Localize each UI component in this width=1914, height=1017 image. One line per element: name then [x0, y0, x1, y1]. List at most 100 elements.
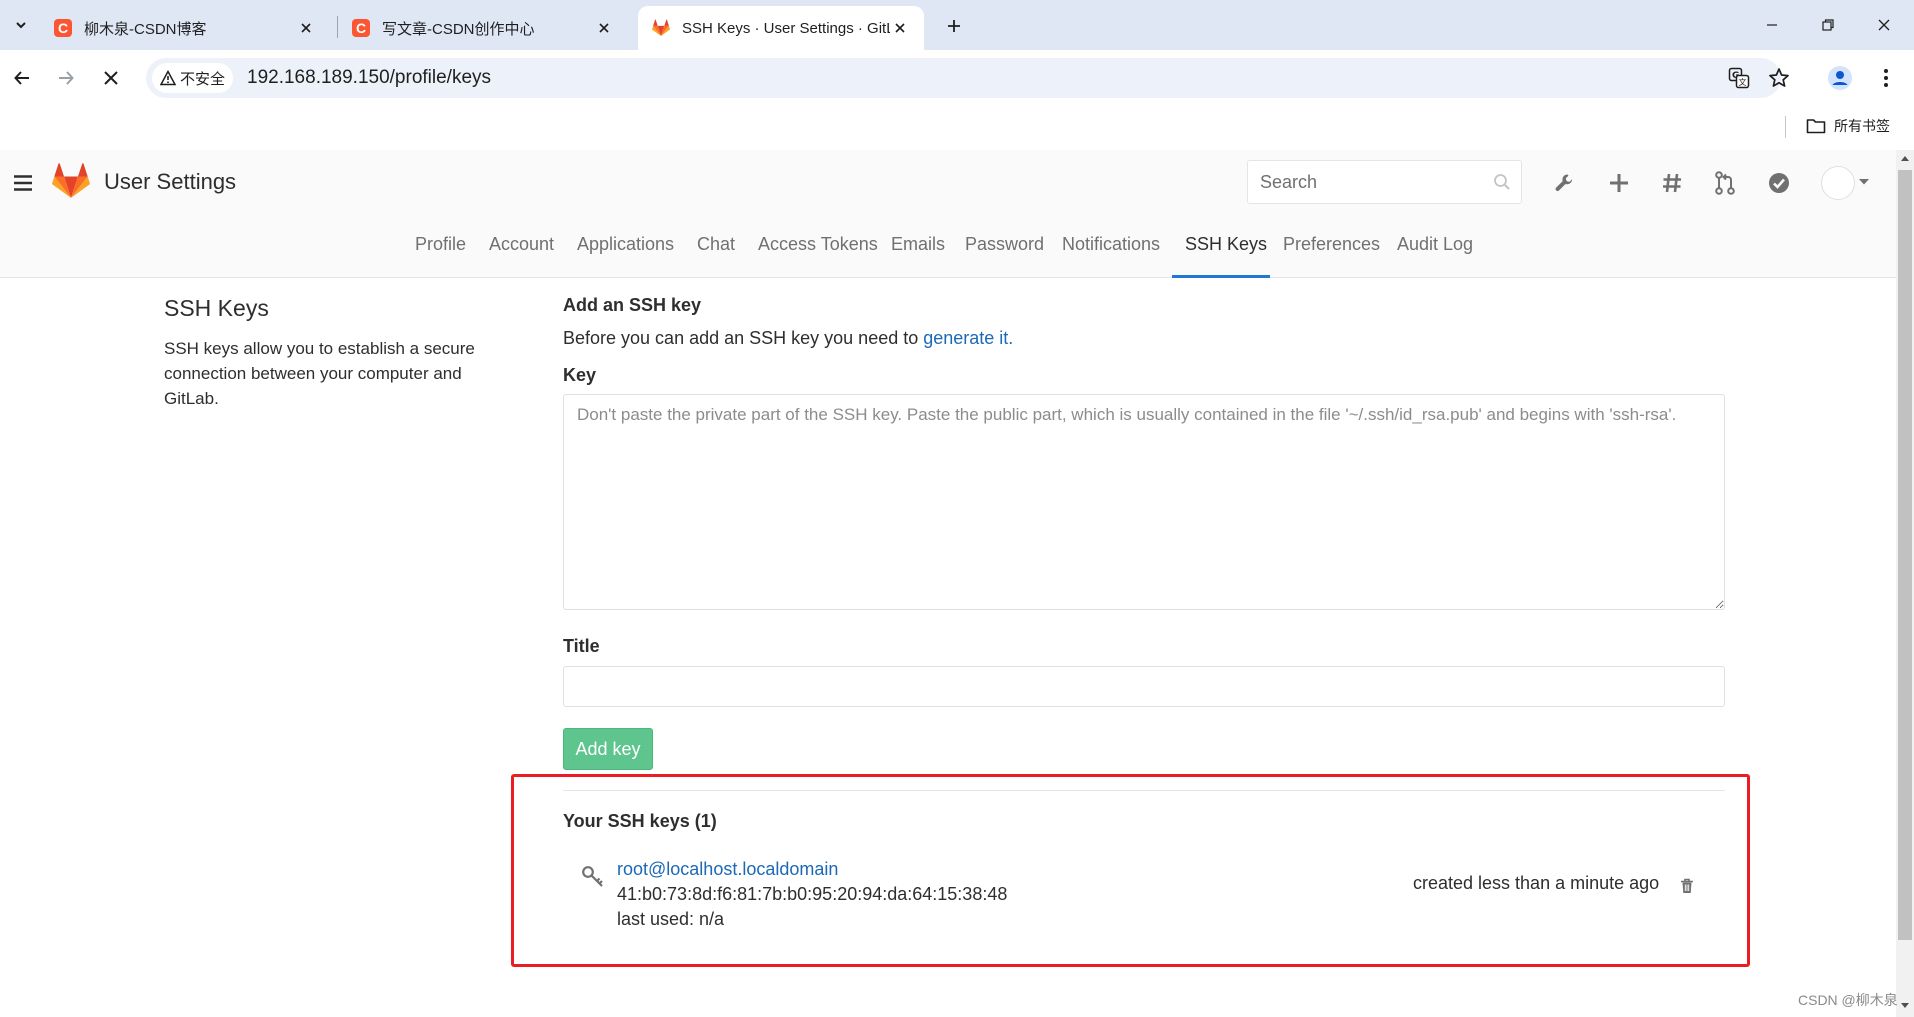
generate-it-link[interactable]: generate it. [923, 328, 1013, 348]
gitlab-tanuki-icon [52, 163, 90, 198]
scroll-up-icon[interactable] [1900, 154, 1910, 162]
security-indicator[interactable]: 不安全 [152, 63, 234, 93]
minimize-button[interactable] [1752, 8, 1792, 42]
gitlab-logo[interactable] [52, 163, 90, 204]
key-label: Key [563, 365, 597, 385]
back-button[interactable] [6, 62, 38, 94]
close-icon [104, 71, 118, 85]
search-icon [1494, 174, 1510, 190]
new-tab-button[interactable] [940, 12, 968, 40]
section-description: SSH keys allow you to establish a secure… [164, 339, 475, 408]
title-input[interactable] [563, 666, 1725, 707]
active-tab-indicator [1172, 275, 1270, 278]
check-circle-icon [1769, 173, 1789, 193]
address-bar[interactable]: 不安全 192.168.189.150/profile/keys [146, 58, 1781, 98]
hamburger-icon [14, 175, 32, 191]
user-avatar-icon [1828, 66, 1852, 90]
tab-preferences[interactable]: Preferences [1283, 234, 1380, 278]
tab-ssh-keys[interactable]: SSH Keys [1185, 234, 1267, 278]
gitlab-icon [652, 19, 670, 37]
todos-button[interactable] [1766, 170, 1792, 196]
arrow-right-icon [59, 71, 74, 85]
browser-menu-button[interactable] [1870, 62, 1902, 94]
new-item-button[interactable] [1606, 170, 1632, 196]
close-icon[interactable] [296, 18, 316, 38]
ssh-key-row: root@localhost.localdomain 41:b0:73:8d:f… [563, 853, 1725, 933]
key-icon [582, 866, 603, 887]
sidebar-toggle-button[interactable] [12, 172, 34, 194]
tab-title: 柳木泉-CSDN博客 [84, 20, 207, 38]
browser-tab-3-active[interactable]: SSH Keys · User Settings · GitLab [638, 6, 924, 50]
settings-description: SSH Keys SSH keys allow you to establish… [164, 295, 494, 411]
close-window-button[interactable] [1864, 8, 1904, 42]
close-icon[interactable] [890, 18, 910, 38]
search-box [1247, 160, 1522, 204]
more-vertical-icon [1884, 69, 1888, 87]
browser-tab-1[interactable]: C 柳木泉-CSDN博客 [40, 6, 330, 50]
tab-audit-log[interactable]: Audit Log [1397, 234, 1473, 278]
help-text: Before you can add an SSH key you need t… [563, 328, 924, 348]
scrollbar-thumb[interactable] [1898, 170, 1912, 940]
tab-emails[interactable]: Emails [891, 234, 945, 278]
restore-button[interactable] [1808, 8, 1848, 42]
folder-icon [1806, 119, 1826, 134]
svg-text:文: 文 [1739, 77, 1747, 87]
merge-requests-button[interactable] [1712, 170, 1738, 196]
stop-loading-button[interactable] [95, 62, 127, 94]
tab-search-button[interactable] [6, 10, 36, 40]
tab-profile[interactable]: Profile [415, 234, 466, 278]
browser-tab-strip: C 柳木泉-CSDN博客 C 写文章-CSDN创作中心 SSH Keys · U… [0, 0, 1914, 50]
merge-request-icon [1715, 171, 1735, 195]
bookmark-star-button[interactable] [1763, 62, 1795, 94]
tab-title: SSH Keys · User Settings · GitLab [682, 19, 890, 37]
ssh-key-last-used: last used: n/a [617, 909, 725, 929]
gitlab-header: User Settings [0, 150, 1896, 216]
profile-button[interactable] [1824, 62, 1856, 94]
tab-password[interactable]: Password [965, 234, 1044, 278]
url-text[interactable]: 192.168.189.150/profile/keys [247, 67, 491, 89]
close-icon[interactable] [594, 18, 614, 38]
admin-area-button[interactable] [1552, 170, 1578, 196]
issues-button[interactable] [1659, 170, 1685, 196]
key-textarea[interactable] [563, 394, 1725, 610]
plus-icon [1610, 174, 1628, 192]
csdn-icon: C [54, 19, 72, 37]
section-title: SSH Keys [164, 295, 269, 321]
tab-applications[interactable]: Applications [577, 234, 674, 278]
your-ssh-keys-heading: Your SSH keys (1) [563, 811, 717, 831]
page-title[interactable]: User Settings [104, 169, 236, 195]
hashtag-icon [1663, 173, 1681, 193]
add-key-button[interactable]: Add key [563, 728, 653, 770]
browser-tab-2[interactable]: C 写文章-CSDN创作中心 [338, 6, 628, 50]
forward-button[interactable] [50, 62, 82, 94]
ssh-key-title-link[interactable]: root@localhost.localdomain [617, 859, 838, 880]
translate-button[interactable]: G文 [1723, 62, 1755, 94]
insecure-label: 不安全 [180, 70, 226, 88]
section-divider [563, 790, 1725, 791]
trash-icon [1681, 878, 1693, 893]
minimize-icon [1767, 24, 1777, 26]
browser-toolbar: 不安全 192.168.189.150/profile/keys G文 [0, 50, 1914, 106]
bookmarks-bar: 所有书签 [0, 106, 1914, 150]
watermark: CSDN @柳木泉 [1798, 992, 1898, 1008]
search-input[interactable] [1248, 171, 1478, 193]
ssh-key-fingerprint: 41:b0:73:8d:f6:81:7b:b0:95:20:94:da:64:1… [617, 884, 1008, 904]
delete-key-button[interactable] [1676, 875, 1698, 897]
form-help-text: Before you can add an SSH key you need t… [563, 328, 1725, 349]
all-bookmarks-button[interactable]: 所有书签 [1806, 116, 1890, 136]
user-avatar[interactable] [1821, 166, 1855, 200]
scroll-down-icon[interactable] [1900, 1002, 1910, 1010]
tab-notifications[interactable]: Notifications [1062, 234, 1160, 278]
translate-icon: G文 [1728, 67, 1750, 89]
tab-access-tokens[interactable]: Access Tokens [758, 234, 878, 278]
form-heading: Add an SSH key [563, 295, 702, 315]
tab-title: 写文章-CSDN创作中心 [382, 20, 535, 38]
settings-nav: Profile Account Applications Chat Access… [0, 216, 1896, 278]
warning-icon [160, 70, 176, 86]
add-ssh-key-form: Add an SSH key Before you can add an SSH… [563, 295, 1725, 929]
caret-down-icon[interactable] [1858, 178, 1870, 186]
tab-chat[interactable]: Chat [697, 234, 735, 278]
arrow-left-icon [14, 71, 29, 85]
tab-account[interactable]: Account [489, 234, 554, 278]
csdn-icon: C [352, 19, 370, 37]
